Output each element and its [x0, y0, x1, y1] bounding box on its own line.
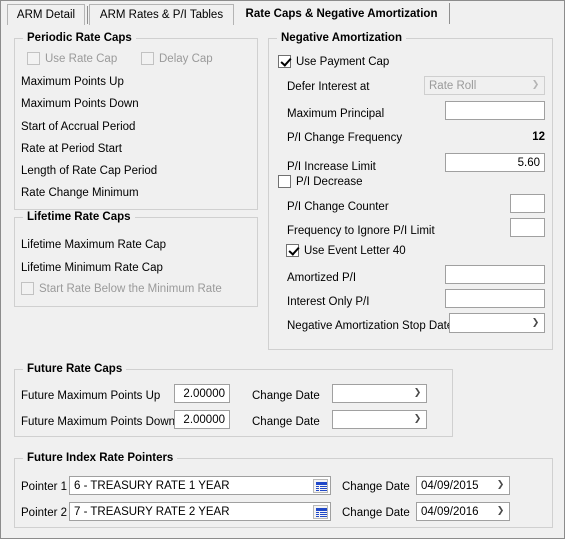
maximum-points-up-label: Maximum Points Up [21, 76, 124, 88]
future-index-rate-pointers-title: Future Index Rate Pointers [23, 452, 178, 464]
checkbox-box [21, 282, 34, 295]
future-points-up-change-date-label: Change Date [252, 390, 320, 402]
future-maximum-points-down-label: Future Maximum Points Down [21, 416, 176, 428]
amortized-pi-input[interactable] [445, 265, 545, 284]
future-maximum-points-up-label: Future Maximum Points Up [21, 390, 161, 402]
pi-change-counter-input[interactable] [510, 194, 545, 213]
lifetime-maximum-rate-cap-label: Lifetime Maximum Rate Cap [21, 239, 167, 251]
chevron-down-icon: ❯ [413, 388, 422, 398]
delay-cap-checkbox[interactable]: Delay Cap [141, 52, 213, 65]
chevron-down-icon: ❯ [531, 80, 540, 90]
checkbox-label: Use Payment Cap [296, 55, 390, 68]
rate-at-period-start-label: Rate at Period Start [21, 143, 122, 155]
input-value: 6 - TREASURY RATE 1 YEAR [74, 479, 230, 492]
negative-amortization-stop-date-select[interactable]: ❯ [449, 313, 545, 333]
tab-arm-rates-pi-tables[interactable]: ARM Rates & P/I Tables [89, 4, 234, 25]
pointer-2-label: Pointer 2 [21, 507, 68, 519]
pi-increase-limit-label: P/I Increase Limit [287, 161, 376, 173]
pointer-2-change-date-label: Change Date [342, 507, 410, 519]
length-of-rate-cap-period-label: Length of Rate Cap Period [21, 165, 158, 177]
arm-rate-caps-window: ARM Detail ARM Rates & P/I Tables Rate C… [0, 0, 565, 539]
future-maximum-points-up-input[interactable]: 2.00000 [174, 384, 230, 403]
tab-arm-detail[interactable]: ARM Detail [7, 4, 85, 25]
rate-change-minimum-label: Rate Change Minimum [21, 187, 139, 199]
checkbox-box [286, 244, 299, 257]
maximum-principal-input[interactable] [445, 101, 545, 120]
negative-amortization-stop-date-label: Negative Amortization Stop Date [287, 320, 454, 332]
interest-only-pi-label: Interest Only P/I [287, 296, 370, 308]
checkbox-box [278, 175, 291, 188]
use-rate-cap-checkbox[interactable]: Use Rate Cap [27, 52, 117, 65]
pointer-2-input[interactable]: 7 - TREASURY RATE 2 YEAR [69, 502, 331, 521]
checkbox-label: P/I Decrease [296, 175, 363, 188]
maximum-points-down-label: Maximum Points Down [21, 98, 139, 110]
pointer-1-change-date-label: Change Date [342, 481, 410, 493]
tab-divider-2 [449, 3, 450, 24]
chevron-down-icon: ❯ [496, 506, 505, 516]
pointer-1-change-date-select[interactable]: 04/09/2015 ❯ [416, 476, 510, 495]
chevron-down-icon: ❯ [413, 414, 422, 424]
tab-label: Rate Caps & Negative Amortization [245, 8, 438, 20]
tab-divider-1 [87, 6, 88, 24]
checkbox-label: Start Rate Below the Minimum Rate [39, 282, 222, 295]
select-value: Rate Roll [429, 79, 477, 92]
start-of-accrual-period-label: Start of Accrual Period [21, 121, 136, 133]
use-event-letter-40-checkbox[interactable]: Use Event Letter 40 [286, 244, 406, 257]
select-value: 04/09/2016 [421, 505, 479, 518]
interest-only-pi-input[interactable] [445, 289, 545, 308]
input-value: 2.00000 [183, 387, 225, 400]
input-value: 7 - TREASURY RATE 2 YEAR [74, 505, 230, 518]
list-lookup-icon[interactable] [313, 478, 328, 493]
pointer-1-label: Pointer 1 [21, 481, 68, 493]
future-points-up-change-date-select[interactable]: ❯ [332, 384, 427, 403]
pi-change-counter-label: P/I Change Counter [287, 201, 389, 213]
future-maximum-points-down-input[interactable]: 2.00000 [174, 410, 230, 429]
checkbox-box [278, 55, 291, 68]
select-value: 04/09/2015 [421, 479, 479, 492]
use-payment-cap-checkbox[interactable]: Use Payment Cap [278, 55, 389, 68]
future-points-down-change-date-label: Change Date [252, 416, 320, 428]
lifetime-rate-caps-title: Lifetime Rate Caps [23, 211, 135, 223]
frequency-to-ignore-pi-limit-input[interactable] [510, 218, 545, 237]
checkbox-label: Use Rate Cap [45, 52, 118, 65]
negative-amortization-title: Negative Amortization [277, 32, 406, 44]
defer-interest-at-label: Defer Interest at [287, 81, 370, 93]
pi-change-frequency-label: P/I Change Frequency [287, 132, 403, 144]
pointer-1-input[interactable]: 6 - TREASURY RATE 1 YEAR [69, 476, 331, 495]
future-points-down-change-date-select[interactable]: ❯ [332, 410, 427, 429]
tab-strip: ARM Detail ARM Rates & P/I Tables Rate C… [1, 1, 564, 26]
checkbox-label: Use Event Letter 40 [304, 244, 406, 257]
input-value: 2.00000 [183, 413, 225, 426]
pi-change-frequency-value: 12 [532, 131, 545, 143]
chevron-down-icon: ❯ [531, 317, 540, 328]
frequency-to-ignore-pi-limit-label: Frequency to Ignore P/I Limit [287, 225, 435, 237]
periodic-rate-caps-title: Periodic Rate Caps [23, 32, 136, 44]
amortized-pi-label: Amortized P/I [287, 272, 357, 284]
tab-rate-caps-negative-amortization[interactable]: Rate Caps & Negative Amortization [237, 1, 446, 26]
chevron-down-icon: ❯ [496, 480, 505, 490]
pi-decrease-checkbox[interactable]: P/I Decrease [278, 175, 362, 188]
start-rate-below-minimum-rate-checkbox[interactable]: Start Rate Below the Minimum Rate [21, 282, 222, 295]
lifetime-minimum-rate-cap-label: Lifetime Minimum Rate Cap [21, 262, 163, 274]
checkbox-box [141, 52, 154, 65]
checkbox-label: Delay Cap [159, 52, 213, 65]
defer-interest-at-select[interactable]: Rate Roll ❯ [424, 76, 545, 95]
maximum-principal-label: Maximum Principal [287, 108, 385, 120]
list-lookup-icon[interactable] [313, 504, 328, 519]
checkbox-box [27, 52, 40, 65]
tab-label: ARM Detail [16, 9, 76, 21]
future-rate-caps-title: Future Rate Caps [23, 363, 127, 375]
tab-label: ARM Rates & P/I Tables [99, 9, 224, 21]
pointer-2-change-date-select[interactable]: 04/09/2016 ❯ [416, 502, 510, 521]
input-value: 5.60 [517, 156, 540, 169]
pi-increase-limit-input[interactable]: 5.60 [445, 153, 545, 172]
